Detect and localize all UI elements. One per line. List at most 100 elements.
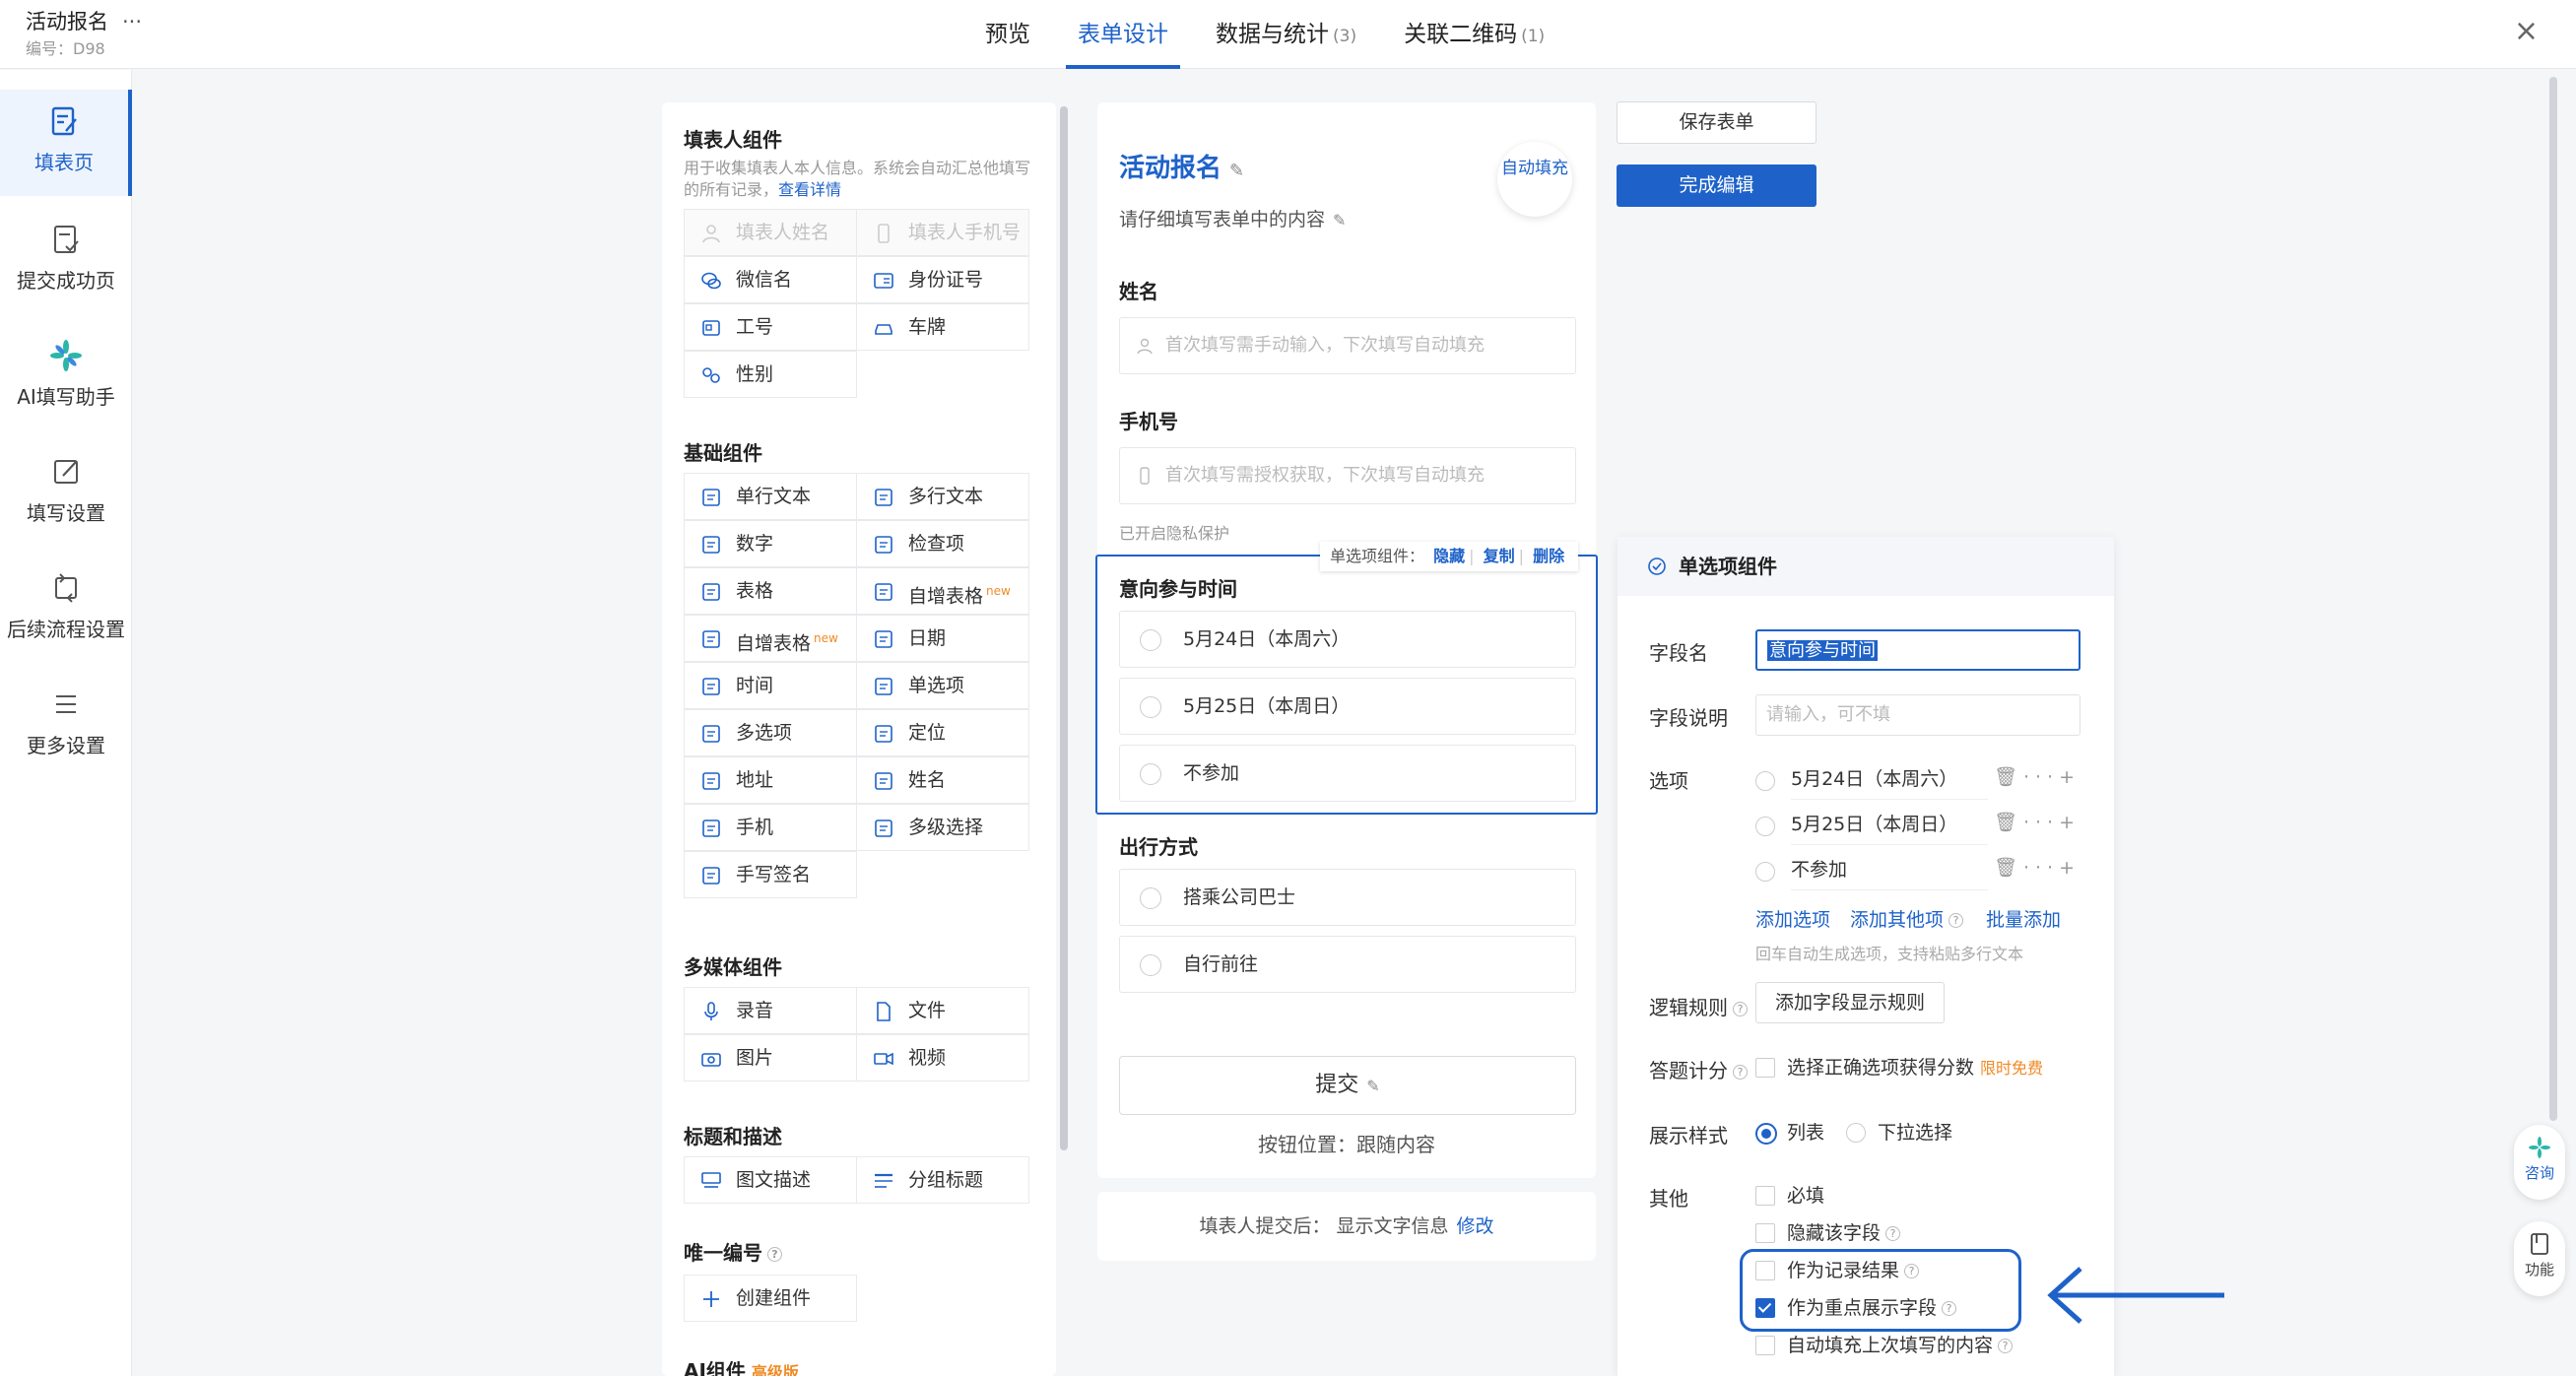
chip-license-plate[interactable]: 车牌	[856, 303, 1029, 351]
help-icon[interactable]: ?	[1733, 1002, 1748, 1016]
chip-date[interactable]: 日期	[856, 615, 1029, 662]
chip-audio[interactable]: 录音	[684, 987, 857, 1034]
edit-icon[interactable]: ✎	[1229, 161, 1244, 181]
hide-button[interactable]: 隐藏	[1433, 547, 1465, 565]
submit-position: 按钮位置：跟随内容	[1258, 1133, 1435, 1156]
tab-preview[interactable]: 预览	[985, 0, 1030, 69]
auto-fill-button[interactable]: 自动填充	[1497, 142, 1572, 217]
name-input[interactable]: 首次填写需手动输入，下次填写自动填充	[1119, 317, 1576, 374]
chip-gender[interactable]: 性别	[684, 351, 857, 398]
chip-mobile[interactable]: 手机	[684, 804, 857, 851]
help-icon[interactable]: ?	[1949, 913, 1964, 928]
tab-data-stats[interactable]: 数据与统计 (3)	[1216, 0, 1356, 69]
help-icon[interactable]: ?	[1998, 1339, 2014, 1353]
chip-id-card[interactable]: 身份证号	[856, 256, 1029, 303]
field-desc-input[interactable]: 请输入，可不填	[1755, 694, 2081, 736]
add-display-rule-button[interactable]: 添加字段显示规则	[1755, 982, 1945, 1023]
sidebar-item-more-settings[interactable]: 更多设置	[0, 673, 132, 779]
form-title[interactable]: 活动报名 ✎	[1119, 148, 1244, 184]
sidebar-item-workflow[interactable]: 后续流程设置	[0, 557, 132, 663]
more-icon[interactable]: ···	[122, 10, 142, 33]
left-sidebar: 填表页 提交成功页 AI填写助手 填写设置 后续流程设置 更多设置	[0, 70, 132, 1376]
prop-option-row[interactable]: 不参加 🗑···+	[1755, 850, 2081, 890]
finish-edit-button[interactable]: 完成编辑	[1617, 164, 1816, 207]
view-details-link[interactable]: 查看详情	[778, 180, 841, 199]
chip-name[interactable]: 姓名	[856, 756, 1029, 804]
prop-option-text[interactable]: 5月25日（本周日）	[1791, 805, 1988, 845]
phone-input[interactable]: 首次填写需授权获取，下次填写自动填充	[1119, 447, 1576, 504]
sidebar-item-form-page[interactable]: 填表页	[0, 90, 132, 196]
transport-option-1[interactable]: 搭乘公司巴士	[1119, 869, 1576, 926]
field-name-label: 姓名	[1119, 280, 1158, 303]
form-subtitle[interactable]: 请仔细填写表单中的内容 ✎	[1119, 205, 1346, 231]
sidebar-item-fill-settings[interactable]: 填写设置	[0, 440, 132, 547]
prop-option-row[interactable]: 5月25日（本周日） 🗑···+	[1755, 805, 2081, 845]
autofill-last-checkbox[interactable]: 自动填充上次填写的内容?	[1755, 1331, 2014, 1360]
tab-form-design[interactable]: 表单设计	[1066, 0, 1180, 69]
copy-button[interactable]: 复制	[1484, 547, 1515, 565]
help-icon[interactable]: ?	[1733, 1065, 1748, 1080]
component-panel-scrollbar[interactable]	[1060, 106, 1068, 1150]
chip-signature[interactable]: 手写签名	[684, 851, 857, 898]
sidebar-item-submit-success[interactable]: 提交成功页	[0, 208, 132, 314]
checkbox-icon	[702, 725, 720, 743]
chip-file[interactable]: 文件	[856, 987, 1029, 1034]
chip-cascade-select[interactable]: 多级选择	[856, 804, 1029, 851]
score-checkbox[interactable]: 选择正确选项获得分数 限时免费	[1755, 1053, 2043, 1082]
page-scrollbar[interactable]	[2549, 77, 2557, 1121]
delete-button[interactable]: 删除	[1533, 547, 1564, 565]
chip-label: 多选项	[736, 722, 793, 744]
prop-option-text[interactable]: 5月24日（本周六）	[1791, 759, 1988, 800]
option-actions[interactable]: 🗑···+	[1994, 765, 2081, 788]
add-option-link[interactable]: 添加选项	[1755, 905, 1830, 932]
option-actions[interactable]: 🗑···+	[1994, 856, 2081, 879]
hide-field-checkbox[interactable]: 隐藏该字段?	[1755, 1218, 1901, 1248]
submit-button[interactable]: 提交 ✎	[1119, 1056, 1576, 1115]
chip-group-title[interactable]: 分组标题	[856, 1156, 1029, 1204]
chip-video[interactable]: 视频	[856, 1034, 1029, 1081]
prop-option-text[interactable]: 不参加	[1791, 850, 1988, 890]
submit-label: 提交	[1315, 1073, 1359, 1097]
chip-single-choice[interactable]: 单选项	[856, 662, 1029, 709]
chip-auto-table[interactable]: 自增表格 new	[856, 567, 1029, 615]
help-icon[interactable]: ?	[1885, 1226, 1901, 1241]
chip-multi-line-text[interactable]: 多行文本	[856, 473, 1029, 520]
paragraph-icon	[875, 489, 892, 506]
tab-qrcode[interactable]: 关联二维码 (1)	[1404, 0, 1545, 69]
field-name-input[interactable]: 意向参与时间	[1755, 629, 2081, 671]
chip-multi-choice[interactable]: 多选项	[684, 709, 857, 756]
chip-number[interactable]: 数字	[684, 520, 857, 567]
style-list-radio[interactable]: 列表	[1755, 1118, 1824, 1147]
option-actions[interactable]: 🗑···+	[1994, 811, 2081, 833]
edit-icon[interactable]: ✎	[1366, 1077, 1379, 1095]
chip-table[interactable]: 表格	[684, 567, 857, 615]
modify-link[interactable]: 修改	[1457, 1215, 1494, 1237]
chip-location[interactable]: 定位	[856, 709, 1029, 756]
transport-option-2[interactable]: 自行前往	[1119, 936, 1576, 993]
style-dropdown-radio[interactable]: 下拉选择	[1846, 1118, 1952, 1147]
chip-create-component[interactable]: 创建组件	[684, 1275, 857, 1322]
add-other-link[interactable]: 添加其他项?	[1850, 905, 1964, 932]
prop-option-row[interactable]: 5月24日（本周六） 🗑···+	[1755, 759, 2081, 800]
phone-icon	[1140, 467, 1150, 485]
chip-address[interactable]: 地址	[684, 756, 857, 804]
save-form-button[interactable]: 保存表单	[1617, 101, 1816, 144]
chip-auto-table-2[interactable]: 自增表格 new	[684, 615, 857, 662]
sidebar-item-ai-assistant[interactable]: AI填写助手	[0, 324, 132, 430]
close-icon[interactable]: ×	[2514, 14, 2539, 48]
required-checkbox[interactable]: 必填	[1755, 1181, 1824, 1211]
features-button[interactable]: 功能	[2514, 1221, 2565, 1296]
chip-image[interactable]: 图片	[684, 1034, 857, 1081]
chip-single-line-text[interactable]: 单行文本	[684, 473, 857, 520]
consult-button[interactable]: 咨询	[2514, 1125, 2565, 1200]
chip-label: 视频	[908, 1047, 947, 1069]
batch-add-link[interactable]: 批量添加	[1986, 905, 2061, 932]
chip-employee-id[interactable]: 工号	[684, 303, 857, 351]
chip-time[interactable]: 时间	[684, 662, 857, 709]
chip-wechat-name[interactable]: 微信名	[684, 256, 857, 303]
chip-rich-desc[interactable]: 图文描述	[684, 1156, 857, 1204]
help-icon[interactable]: ?	[767, 1247, 782, 1262]
app-title-text: 活动报名	[26, 10, 108, 33]
edit-icon[interactable]: ✎	[1333, 211, 1346, 229]
chip-checklist[interactable]: 检查项	[856, 520, 1029, 567]
